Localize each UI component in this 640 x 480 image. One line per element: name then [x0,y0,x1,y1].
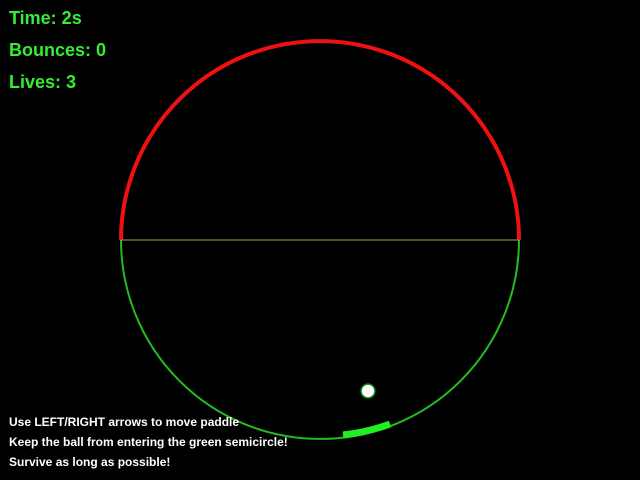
instruction-survive: Survive as long as possible! [9,455,171,469]
game-canvas[interactable]: Time: 2s Bounces: 0 Lives: 3 Use LEFT/RI… [0,0,640,480]
ball [360,383,376,399]
arena [119,39,521,440]
paddle[interactable] [342,420,392,439]
danger-arc [120,239,520,440]
instruction-controls: Use LEFT/RIGHT arrows to move paddle [9,415,240,429]
safe-arc [119,39,521,241]
instruction-goal: Keep the ball from entering the green se… [9,435,288,449]
